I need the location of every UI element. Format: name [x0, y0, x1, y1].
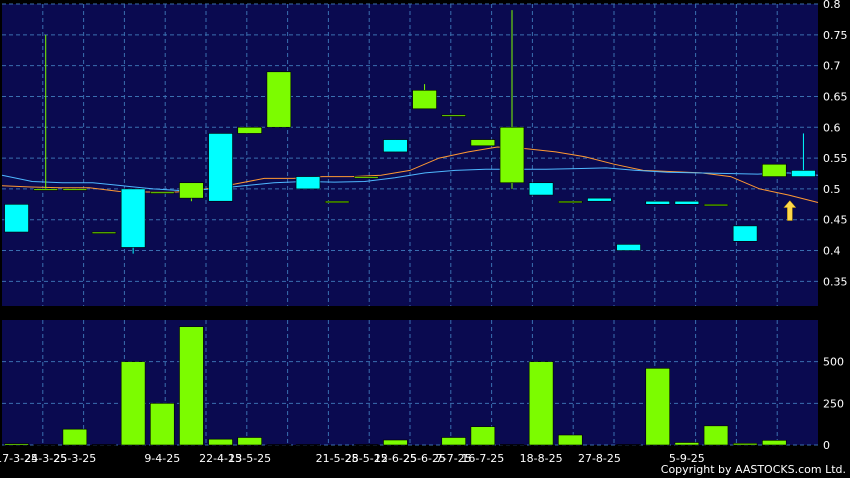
date-tick-label: 13-5-25 [228, 452, 271, 465]
candle-body [791, 170, 816, 177]
volume-bar [150, 403, 175, 446]
candle-body [732, 225, 758, 242]
candle-body [354, 176, 379, 179]
volume-bar [237, 437, 262, 446]
volume-bar [762, 440, 787, 446]
date-tick-label: 9-4-25 [144, 452, 180, 465]
volume-bar [295, 444, 321, 446]
volume-bar [208, 438, 233, 446]
candle-body [237, 126, 262, 134]
date-tick-label: 18-8-25 [520, 452, 563, 465]
copyright-text: Copyright by AASTOCKS.com Ltd. [660, 463, 846, 476]
candle-body [558, 200, 583, 204]
price-tick-label: 0.6 [823, 121, 841, 134]
date-axis: 17-3-2524-3-2525-3-259-4-2522-4-2513-5-2… [0, 452, 705, 465]
candle-body [412, 89, 437, 110]
volume-bar [732, 443, 758, 446]
candle-body [762, 163, 787, 177]
date-tick-label: 16-7-25 [461, 452, 504, 465]
volume-bar [120, 361, 146, 446]
candle-body [470, 139, 496, 147]
candle-body [528, 182, 554, 196]
candle-body [120, 188, 146, 248]
candle-body [324, 200, 350, 204]
stock-chart: 0.35 0.4 0.45 0.5 0.55 0.6 0.65 0.7 0.75 0.8 0 250… [0, 0, 848, 465]
volume-bar [470, 426, 496, 446]
price-tick-label: 0.65 [823, 90, 848, 103]
volume-bar [33, 444, 58, 446]
volume-bar [179, 326, 204, 446]
volume-bar [558, 434, 583, 446]
volume-tick-label: 0 [823, 439, 830, 452]
price-tick-label: 0.7 [823, 60, 841, 73]
candle-body [150, 191, 175, 194]
volume-bar [4, 443, 29, 446]
volume-tick-label: 500 [823, 356, 844, 369]
price-tick-label: 0.5 [823, 183, 841, 196]
volume-bar [62, 428, 88, 446]
volume-panel: 0 250 500 [2, 320, 844, 452]
price-tick-label: 0.75 [823, 29, 848, 42]
price-tick-label: 0.55 [823, 152, 848, 165]
candle-body [208, 133, 233, 202]
volume-bar [499, 444, 525, 446]
candle-body [499, 126, 525, 184]
price-tick-label: 0.8 [823, 0, 841, 11]
volume-bar [645, 368, 670, 446]
price-tick-label: 0.45 [823, 214, 848, 227]
candle-body [616, 244, 641, 251]
candle-body [179, 182, 204, 199]
candle-body [295, 176, 321, 190]
candle-body [91, 231, 117, 234]
candle-body [33, 188, 58, 191]
date-tick-label: 27-8-25 [578, 452, 621, 465]
price-panel: 0.35 0.4 0.45 0.5 0.55 0.6 0.65 0.7 0.75 0.8 [1, 0, 848, 306]
volume-bar [441, 437, 466, 446]
volume-bar [383, 439, 408, 446]
candle-body [266, 71, 292, 128]
price-tick-label: 0.35 [823, 275, 848, 288]
volume-bar [91, 444, 117, 446]
candle-body [587, 197, 612, 202]
candle-body [645, 200, 670, 205]
candle-body [674, 200, 700, 205]
candle-body [383, 139, 408, 153]
candle-body [62, 188, 88, 191]
candle-body [703, 204, 729, 207]
price-tick-label: 0.4 [823, 245, 841, 258]
volume-tick-label: 250 [823, 397, 844, 410]
date-tick-label: 25-3-25 [53, 452, 96, 465]
volume-bar [266, 444, 292, 446]
volume-bar [674, 442, 700, 446]
volume-bar [703, 425, 729, 446]
volume-bar [616, 444, 641, 446]
candle-body [4, 204, 29, 233]
candle-body [441, 114, 466, 117]
volume-bar [354, 444, 379, 446]
volume-bar [528, 361, 554, 446]
